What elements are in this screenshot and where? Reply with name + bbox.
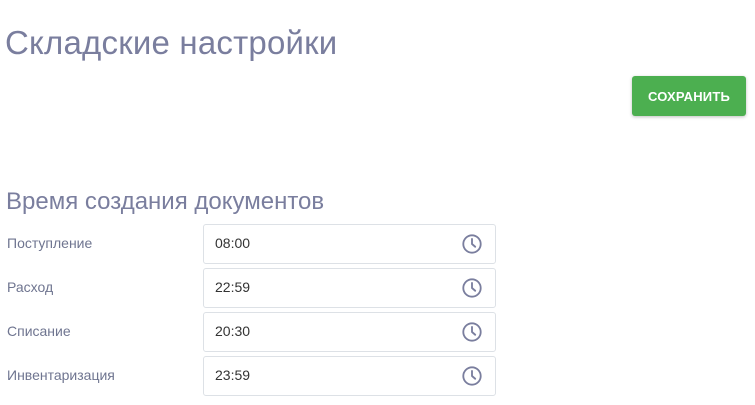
- clock-icon[interactable]: [461, 277, 483, 299]
- receipt-time-input[interactable]: 08:00: [203, 224, 496, 264]
- clock-icon[interactable]: [461, 233, 483, 255]
- expense-time-value: 22:59: [215, 279, 251, 295]
- form-row-writeoff: Списание 20:30: [0, 312, 755, 352]
- clock-icon[interactable]: [461, 365, 483, 387]
- clock-icon[interactable]: [461, 321, 483, 343]
- expense-label: Расход: [7, 279, 54, 295]
- form-row-expense: Расход 22:59: [0, 268, 755, 308]
- inventory-time-input[interactable]: 23:59: [203, 356, 496, 396]
- inventory-time-value: 23:59: [215, 367, 251, 383]
- receipt-label: Поступление: [7, 235, 93, 251]
- section-title: Время создания документов: [6, 187, 325, 215]
- form-row-inventory: Инвентаризация 23:59: [0, 356, 755, 396]
- page-title: Складские настройки: [5, 24, 338, 62]
- expense-time-input[interactable]: 22:59: [203, 268, 496, 308]
- writeoff-label: Списание: [7, 323, 71, 339]
- receipt-time-value: 08:00: [215, 235, 251, 251]
- writeoff-time-input[interactable]: 20:30: [203, 312, 496, 352]
- inventory-label: Инвентаризация: [7, 367, 115, 383]
- form-row-receipt: Поступление 08:00: [0, 224, 755, 264]
- save-button[interactable]: СОХРАНИТЬ: [632, 76, 746, 116]
- writeoff-time-value: 20:30: [215, 323, 251, 339]
